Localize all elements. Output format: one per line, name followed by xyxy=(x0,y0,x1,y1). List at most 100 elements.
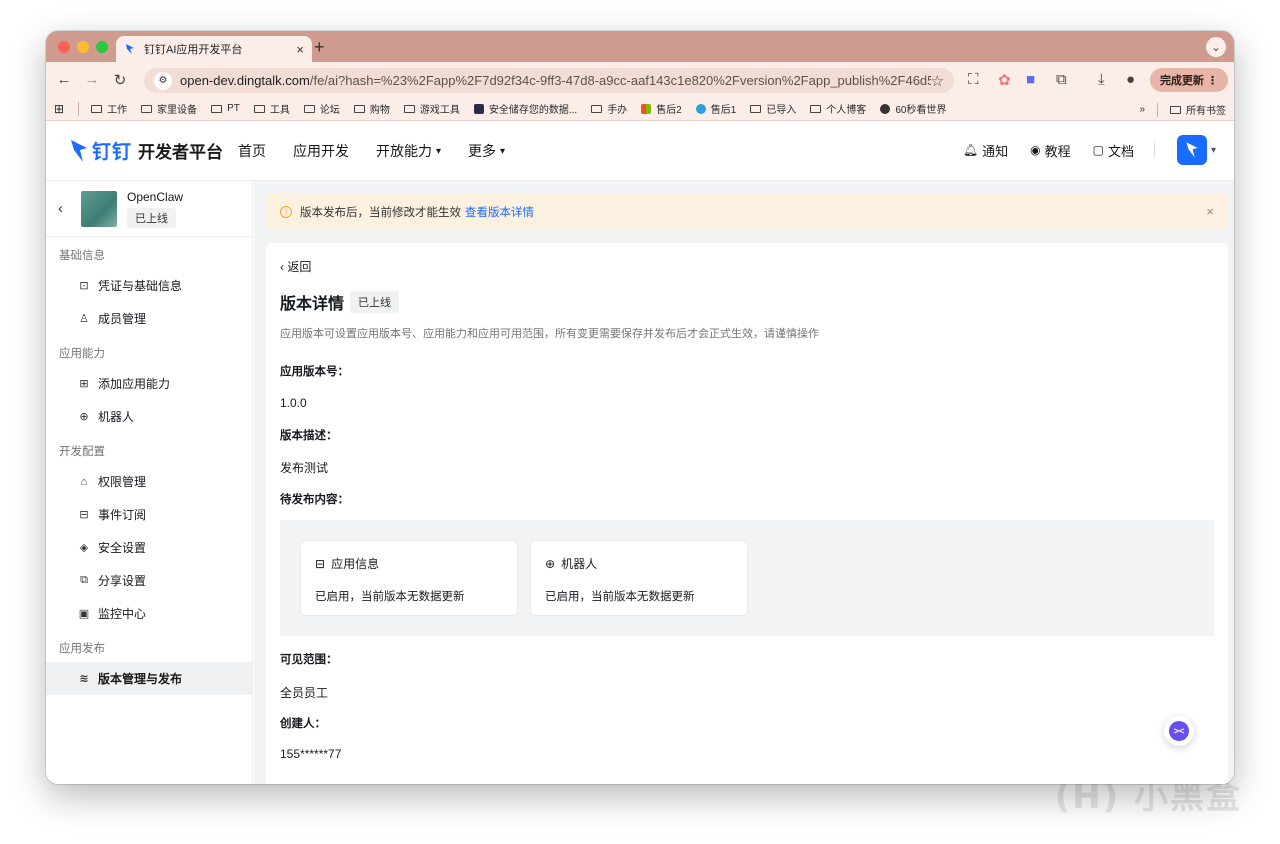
pending-card-title: 应用信息 xyxy=(331,557,380,571)
share-icon: ⧉ xyxy=(80,574,88,586)
nav-more[interactable]: 更多 ▾ xyxy=(468,141,505,161)
all-bookmarks-item[interactable]: 所有书签 xyxy=(1170,102,1226,117)
sidebar-item-monitor[interactable]: ▣ 监控中心 xyxy=(46,597,252,630)
folder-icon xyxy=(1170,105,1181,114)
bookmark-item[interactable]: 已导入 xyxy=(750,101,796,116)
lock-icon: ⌂ xyxy=(80,475,88,488)
sidebar-item-security[interactable]: ◈ 安全设置 xyxy=(46,531,252,564)
bookmark-star-icon[interactable]: ☆ xyxy=(931,72,944,90)
header-actions: 🔔︎ 通知 ◉ 教程 ▢ 文档 ▾ xyxy=(941,135,1216,165)
bookmark-item[interactable]: 售后2 xyxy=(641,101,682,116)
assistant-float-button[interactable]: >< xyxy=(1164,716,1194,746)
sidebar-item-credentials[interactable]: ⊡ 凭证与基础信息 xyxy=(46,269,252,302)
book-icon: ▢ xyxy=(1092,143,1104,157)
sidebar-group-title: 基础信息 xyxy=(59,250,105,262)
sidebar-item-robot[interactable]: ⊕ 机器人 xyxy=(46,400,252,433)
sidebar-item-add-capability[interactable]: ⊞ 添加应用能力 xyxy=(46,367,252,400)
app-card: ‹ OpenClaw 已上线 xyxy=(46,181,252,237)
extensions-puzzle-icon[interactable]: ⧉ xyxy=(1056,71,1067,88)
bookmark-item[interactable]: 论坛 xyxy=(303,101,340,116)
scope-value: 全员员工 xyxy=(280,686,329,700)
dingtalk-logo[interactable]: 钉钉 开发者平台 xyxy=(70,137,223,164)
bookmark-divider xyxy=(1157,102,1158,117)
download-icon[interactable]: ⤓ xyxy=(1098,71,1105,88)
sidebar: ‹ OpenClaw 已上线 基础信息 ⊡ 凭证与基础信息 ♙ 成员管理 应用能力 … xyxy=(46,181,253,784)
tab-bar: 钉钉AI应用开发平台 × + ⌄ xyxy=(46,31,1234,62)
bookmark-item[interactable]: 售后1 xyxy=(695,101,736,116)
window-icon: ⊟ xyxy=(315,556,326,571)
bookmark-item[interactable]: 家里设备 xyxy=(141,101,197,116)
scope-label: 可见范围： xyxy=(280,654,338,666)
url-text: open-dev.dingtalk.com/fe/ai?hash=%23%2Fa… xyxy=(180,73,931,88)
sidebar-group-title: 开发配置 xyxy=(59,446,105,458)
sidebar-item-permissions[interactable]: ⌂ 权限管理 xyxy=(46,465,252,498)
pending-content-area: ⊟ 应用信息 已启用，当前版本无数据更新 ⊕ 机器人 已启用，当前版本无数据更新 xyxy=(280,520,1214,636)
sidebar-item-events[interactable]: ⊟ 事件订阅 xyxy=(46,498,252,531)
docs-link[interactable]: ▢ 文档 xyxy=(1093,141,1134,160)
bookmark-item[interactable]: 游戏工具 xyxy=(403,101,460,116)
extension-icon[interactable]: ✿ xyxy=(998,71,1011,89)
sidebar-item-share[interactable]: ⧉ 分享设置 xyxy=(46,564,252,597)
main-content: ! 版本发布后，当前修改才能生效 查看版本详情 × ‹ 返回 版本详情 已上线 … xyxy=(254,181,1234,784)
chevron-down-icon: ▾ xyxy=(436,145,442,157)
tutorial-link[interactable]: ◉ 教程 xyxy=(1030,141,1071,160)
back-arrow-icon[interactable]: ← xyxy=(50,71,78,88)
zoom-window-button[interactable] xyxy=(96,41,108,53)
layers-icon: ≋ xyxy=(79,673,89,685)
browser-tab-active[interactable]: 钉钉AI应用开发平台 × xyxy=(116,36,312,62)
apps-grid-icon[interactable]: ⊞ xyxy=(54,102,64,116)
more-bookmarks-icon[interactable]: » xyxy=(1139,104,1145,115)
back-link[interactable]: ‹ 返回 xyxy=(280,258,311,275)
bookmark-item[interactable]: 工具 xyxy=(253,101,290,116)
nav-home[interactable]: 首页 xyxy=(238,141,266,161)
info-icon: ! xyxy=(280,206,292,218)
close-window-button[interactable] xyxy=(58,41,70,53)
bookmark-item[interactable]: 安全储存您的数据... xyxy=(473,101,577,116)
bookmark-item[interactable]: 手办 xyxy=(591,101,627,116)
bookmark-item[interactable]: 60秒看世界 xyxy=(880,101,946,116)
chevron-down-icon[interactable]: ▾ xyxy=(1211,145,1216,156)
sidebar-item-members[interactable]: ♙ 成员管理 xyxy=(46,302,252,335)
user-avatar[interactable] xyxy=(1176,135,1207,165)
page-title: 版本详情 xyxy=(280,296,345,313)
profile-avatar-icon[interactable]: ● xyxy=(1126,71,1135,88)
sidebar-group-title: 应用能力 xyxy=(59,348,105,360)
bookmark-item[interactable]: 个人博客 xyxy=(810,101,866,116)
reload-icon[interactable]: ↻ xyxy=(106,71,134,89)
site-info-icon[interactable]: ⚙ xyxy=(154,71,172,90)
new-tab-button[interactable]: + xyxy=(314,37,325,58)
app-header: 钉钉 开发者平台 首页 应用开发 开放能力 ▾ 更多 ▾ 🔔︎ 通知 ◉ 教程 ▢ 文档 … xyxy=(46,121,1234,181)
extension-icon[interactable]: ⛶ xyxy=(968,71,979,88)
notice-text: 版本发布后，当前修改才能生效 xyxy=(300,207,461,219)
bookmark-item[interactable]: 工作 xyxy=(91,101,127,116)
creator-value: 155******77 xyxy=(280,747,342,761)
folder-icon xyxy=(591,104,603,113)
update-button[interactable]: 完成更新 ⋮ xyxy=(1149,68,1228,92)
dingtalk-wing-icon xyxy=(1186,142,1198,158)
notify-link[interactable]: 🔔︎ 通知 xyxy=(963,141,1008,160)
sidebar-item-version-publish[interactable]: ≋ 版本管理与发布 xyxy=(46,662,252,695)
tab-search-button[interactable]: ⌄ xyxy=(1206,37,1226,57)
app-thumbnail xyxy=(81,190,117,227)
bookmark-item[interactable]: 购物 xyxy=(353,101,390,116)
close-icon[interactable]: × xyxy=(1206,204,1214,219)
dingtalk-favicon-icon xyxy=(126,44,134,54)
chevron-left-icon[interactable]: ‹ xyxy=(58,200,63,217)
minimize-window-button[interactable] xyxy=(77,41,89,53)
folder-icon xyxy=(141,104,153,113)
folder-icon xyxy=(750,104,762,113)
nav-open-capabilities[interactable]: 开放能力 ▾ xyxy=(376,141,441,161)
tab-close-icon[interactable]: × xyxy=(296,42,304,57)
assistant-icon: >< xyxy=(1169,721,1189,741)
dingtalk-wing-icon xyxy=(71,139,87,162)
page-description: 应用版本可设置应用版本号、应用能力和应用可用范围，所有变更需要保存并发布后才会正… xyxy=(280,328,819,340)
address-bar[interactable]: ⚙ open-dev.dingtalk.com/fe/ai?hash=%23%2… xyxy=(144,68,954,93)
news-icon xyxy=(880,103,891,114)
extension-icon[interactable]: ■ xyxy=(1026,71,1035,88)
nav-app-dev[interactable]: 应用开发 xyxy=(293,141,349,161)
bookmark-item[interactable]: PT xyxy=(211,103,240,114)
view-version-link[interactable]: 查看版本详情 xyxy=(465,204,534,220)
pending-card-body: 已启用，当前版本无数据更新 xyxy=(545,591,695,603)
forward-arrow-icon[interactable]: → xyxy=(78,71,106,88)
tab-title: 钉钉AI应用开发平台 xyxy=(144,44,243,56)
